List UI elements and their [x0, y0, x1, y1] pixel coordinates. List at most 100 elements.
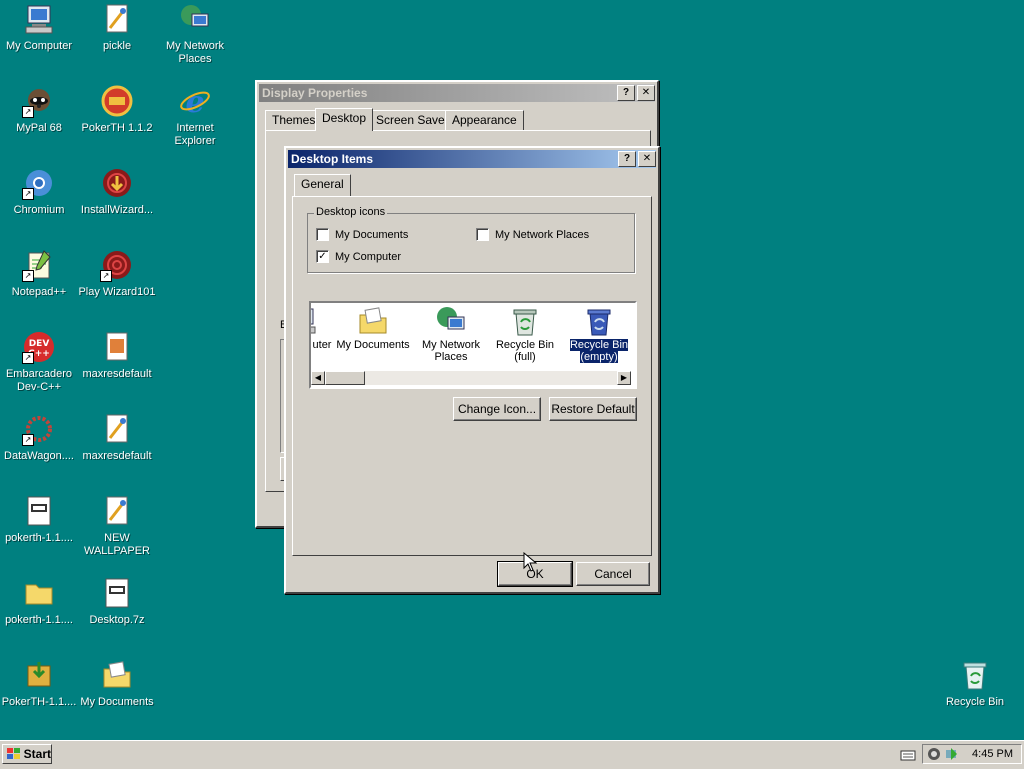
mypal-icon: ↗	[22, 84, 56, 118]
desktop-icon-datawagon[interactable]: ↗ DataWagon....	[0, 412, 78, 463]
list-item-label: My Network Places	[421, 339, 481, 363]
help-button[interactable]: ?	[618, 151, 636, 167]
my-network-places-checkbox[interactable]: My Network Places	[476, 228, 589, 241]
checkbox-label: My Network Places	[495, 228, 590, 241]
desktop-icon-maxresdefault-2[interactable]: maxresdefault	[78, 412, 156, 463]
desktop-icon-label: Recycle Bin	[945, 696, 1005, 708]
svg-text:e: e	[185, 85, 204, 118]
desktop-icon-pokerth[interactable]: PokerTH 1.1.2	[78, 84, 156, 135]
installwizard-icon	[100, 166, 134, 200]
desktop-icon-label: DataWagon....	[4, 450, 74, 462]
desktop-icon-pokerth-archive[interactable]: pokerth-1.1....	[0, 494, 78, 545]
close-button[interactable]: ✕	[638, 151, 656, 167]
image-file-icon	[100, 494, 134, 528]
system-tray: 4:45 PM	[922, 744, 1022, 764]
desktop-icon-label: InstallWizard...	[80, 204, 154, 216]
change-icon-button[interactable]: Change Icon...	[453, 397, 541, 421]
taskbar: Start 4:45 PM	[0, 740, 1024, 769]
tab-screen-saver[interactable]: Screen Saver	[369, 110, 456, 131]
desktop-icon-my-network-places[interactable]: My Network Places	[156, 2, 234, 66]
desktop-icon-list[interactable]: uter My Documents My Network Places Recy…	[309, 301, 637, 389]
datawagon-icon: ↗	[22, 412, 56, 446]
desktop-icon-wizard101[interactable]: ↗ Play Wizard101	[78, 248, 156, 299]
list-item-my-documents[interactable]: My Documents	[335, 305, 411, 351]
desktop-icon-pokerth-installer[interactable]: PokerTH-1.1....	[0, 658, 78, 709]
start-button[interactable]: Start	[2, 744, 52, 764]
desktop-items-titlebar[interactable]: Desktop Items ? ✕	[288, 150, 656, 168]
shortcut-arrow-icon: ↗	[22, 434, 34, 446]
desktop-icon-devcpp[interactable]: DEV C++ ↗ Embarcadero Dev-C++	[0, 330, 78, 394]
close-button[interactable]: ✕	[637, 85, 655, 101]
checkbox-label: My Documents	[335, 228, 409, 241]
desktop-icon-label: Play Wizard101	[78, 286, 156, 298]
desktop-icon-label: maxresdefault	[82, 450, 152, 462]
desktop-icon-label: pickle	[102, 40, 132, 52]
tray-network-icon[interactable]	[945, 747, 959, 761]
image-file-icon	[100, 412, 134, 446]
desktop-icon-desktop-7z[interactable]: Desktop.7z	[78, 576, 156, 627]
list-item-my-network-places[interactable]: My Network Places	[413, 305, 489, 363]
scroll-left-icon[interactable]: ◀	[311, 371, 325, 385]
desktop-icon-notepadpp[interactable]: ↗ Notepad++	[0, 248, 78, 299]
recycle-bin-full-icon	[509, 305, 541, 337]
desktop-icon-chromium[interactable]: ↗ Chromium	[0, 166, 78, 217]
desktop-icon-mypal[interactable]: ↗ MyPal 68	[0, 84, 78, 135]
cancel-button[interactable]: Cancel	[576, 562, 650, 586]
tray-app-icon[interactable]	[927, 747, 941, 761]
desktop-icon-maxresdefault-1[interactable]: maxresdefault	[78, 330, 156, 381]
desktop-icon-recycle-bin[interactable]: Recycle Bin	[936, 658, 1014, 709]
keyboard-icon[interactable]	[900, 749, 916, 761]
desktop-icon-label: NEW WALLPAPER	[83, 532, 151, 557]
desktop-icon-label: PokerTH 1.1.2	[81, 122, 153, 134]
clock[interactable]: 4:45 PM	[972, 748, 1013, 760]
chromium-icon: ↗	[22, 166, 56, 200]
desktop-icon-my-computer[interactable]: My Computer	[0, 2, 78, 53]
icon-list-scrollbar[interactable]: ◀ ▶	[311, 371, 631, 385]
windows-logo-icon	[7, 748, 20, 759]
archive-file-icon	[22, 494, 56, 528]
desktop-icon-label: pokerth-1.1....	[5, 532, 73, 544]
scroll-right-icon[interactable]: ▶	[617, 371, 631, 385]
desktop-icon-pickle[interactable]: pickle	[78, 2, 156, 53]
desktop-icon-pokerth-folder[interactable]: pokerth-1.1....	[0, 576, 78, 627]
desktop-icon-label: MyPal 68	[16, 122, 62, 134]
tab-themes[interactable]: Themes	[265, 110, 323, 131]
svg-text:DEV: DEV	[29, 339, 50, 349]
tab-general[interactable]: General	[294, 174, 351, 197]
list-item-label: Recycle Bin (empty)	[568, 338, 630, 364]
desktop-icon-label: Internet Explorer	[174, 122, 216, 147]
restore-default-button[interactable]: Restore Default	[549, 397, 637, 421]
desktop-icon-label: Embarcadero Dev-C++	[5, 368, 73, 393]
desktop-icon-my-documents[interactable]: My Documents	[78, 658, 156, 709]
window-title: Display Properties	[262, 86, 368, 100]
tab-appearance[interactable]: Appearance	[445, 110, 524, 131]
checkbox-label: My Computer	[335, 250, 402, 263]
help-button[interactable]: ?	[617, 85, 635, 101]
list-item-label: My Documents	[336, 339, 410, 351]
my-computer-checkbox[interactable]: ✓ My Computer	[316, 250, 401, 263]
my-documents-checkbox[interactable]: My Documents	[316, 228, 408, 241]
installer-icon	[22, 658, 56, 692]
list-item-recycle-bin-empty[interactable]: Recycle Bin (empty)	[561, 305, 635, 364]
desktop-icons-group: Desktop icons My Documents My Network Pl…	[307, 206, 635, 273]
display-properties-titlebar[interactable]: Display Properties ? ✕	[259, 84, 655, 102]
mouse-cursor-icon	[523, 552, 537, 572]
my-documents-icon	[357, 305, 389, 337]
window-title: Desktop Items	[291, 152, 374, 166]
checkbox-box[interactable]	[316, 228, 329, 241]
notepadpp-icon: ↗	[22, 248, 56, 282]
desktop-icon-label: Desktop.7z	[89, 614, 145, 626]
my-computer-icon	[22, 2, 56, 36]
shortcut-arrow-icon: ↗	[100, 270, 112, 282]
desktop-icon-installwizard[interactable]: InstallWizard...	[78, 166, 156, 217]
list-item-recycle-bin-full[interactable]: Recycle Bin (full)	[487, 305, 563, 363]
checkbox-box-checked[interactable]: ✓	[316, 250, 329, 263]
list-item-label: uter	[312, 339, 332, 351]
checkbox-box[interactable]	[476, 228, 489, 241]
desktop-icon-internet-explorer[interactable]: e Internet Explorer	[156, 84, 234, 148]
tab-desktop[interactable]: Desktop	[315, 108, 374, 131]
scroll-thumb[interactable]	[325, 371, 365, 385]
desktop-items-dialog[interactable]: Desktop Items ? ✕ General Desktop icons …	[284, 146, 660, 594]
desktop-icon-new-wallpaper[interactable]: NEW WALLPAPER	[78, 494, 156, 558]
display-properties-tabs: Themes Desktop Screen Saver Appearance	[265, 108, 649, 132]
